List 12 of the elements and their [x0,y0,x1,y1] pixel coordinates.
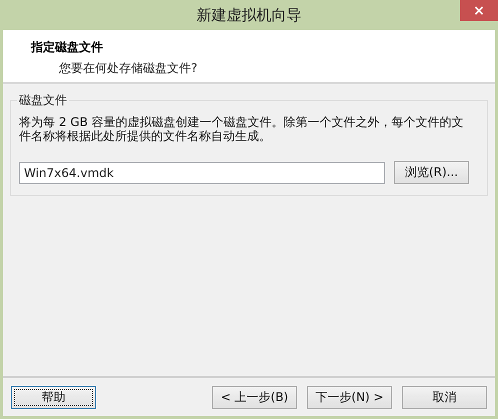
group-title: 磁盘文件 [18,92,68,109]
file-name-field[interactable]: Win7x64.vmdk [19,162,385,184]
page-subtitle: 您要在何处存储磁盘文件? [59,60,198,77]
browse-button[interactable]: 浏览(R)... [394,161,469,184]
window-title: 新建虚拟机向导 [196,6,302,24]
description-text: 将为每 2 GB 容量的虚拟磁盘创建一个磁盘文件。除第一个文件之外，每个文件的文件名称将根据此处所提供的文件名称自动生成。 [19,115,465,143]
help-button[interactable]: 帮助 [11,386,96,408]
next-button[interactable]: 下一步(N) > [307,386,392,408]
cancel-button[interactable]: 取消 [402,386,487,408]
close-button[interactable]: × [460,0,498,21]
page-title: 指定磁盘文件 [31,39,104,56]
back-button[interactable]: < 上一步(B) [212,386,297,408]
